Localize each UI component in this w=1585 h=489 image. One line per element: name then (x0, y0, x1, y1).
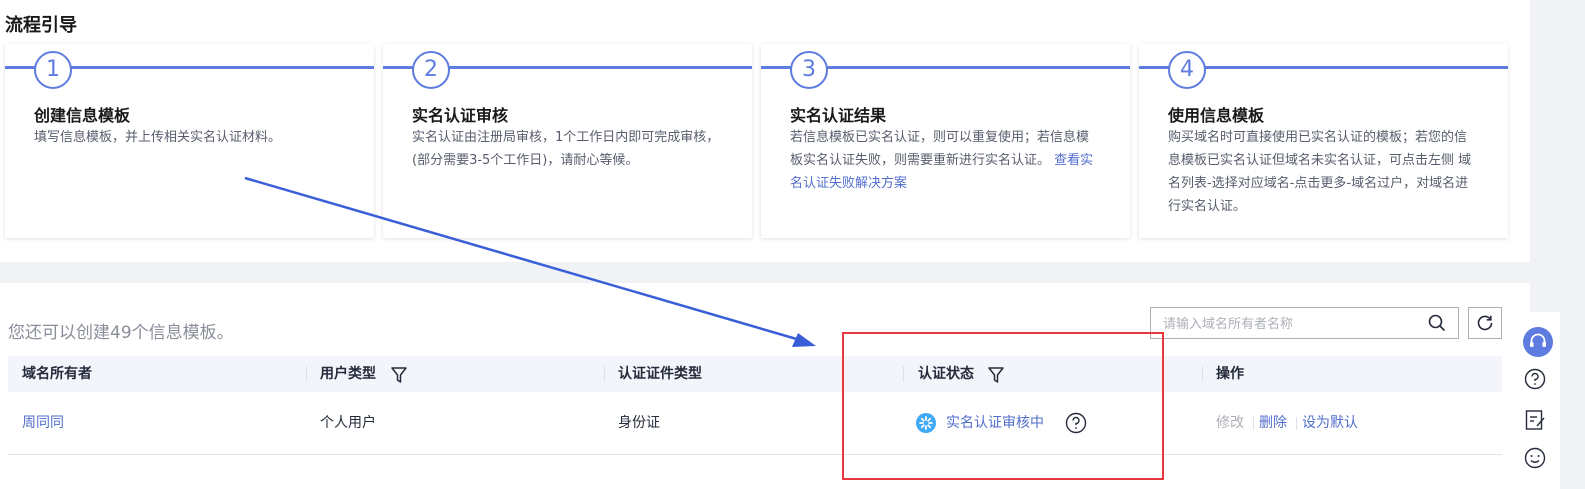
floating-sidebar (1514, 312, 1560, 489)
owner-link[interactable]: 周同同 (22, 392, 64, 454)
search-icon[interactable] (1428, 314, 1446, 332)
column-header-id-type: 认证证件类型 (618, 366, 702, 382)
step-card-4: 4 使用信息模板 购买域名时可直接使用已实名认证的模板；若您的信息模板已实名认证… (1139, 44, 1508, 238)
step-description: 若信息模板已实名认证，则可以重复使用；若信息模板实名认证失败，则需要重新进行实名… (790, 126, 1100, 195)
step-description-text: 若信息模板已实名认证，则可以重复使用；若信息模板实名认证失败，则需要重新进行实名… (790, 130, 1090, 168)
process-guide-section: 流程引导 1 创建信息模板 填写信息模板，并上传相关实名认证材料。 2 实名认证… (0, 0, 1530, 262)
template-list-section: 您还可以创建49个信息模板。 域名所有者 用户类型 认证证件类型 认证状态 操作… (0, 283, 1530, 489)
step-number: 1 (34, 51, 72, 89)
refresh-button[interactable] (1468, 307, 1502, 339)
customer-service-icon[interactable] (1523, 327, 1553, 357)
smile-icon[interactable] (1523, 446, 1547, 470)
step-card-3: 3 实名认证结果 若信息模板已实名认证，则可以重复使用；若信息模板实名认证失败，… (761, 44, 1130, 238)
step-description: 实名认证由注册局审核，1个工作日内即可完成审核，(部分需要3-5个工作日)，请耐… (412, 130, 720, 168)
column-divider (1202, 366, 1203, 382)
step-title: 实名认证审核 (412, 106, 509, 125)
table-header: 域名所有者 用户类型 认证证件类型 认证状态 操作 (8, 356, 1502, 392)
delete-action[interactable]: 删除 (1259, 392, 1287, 454)
step-card-2: 2 实名认证审核 实名认证由注册局审核，1个工作日内即可完成审核，(部分需要3-… (383, 44, 752, 238)
column-header-owner: 域名所有者 (22, 366, 92, 382)
step-number: 3 (790, 51, 828, 89)
user-type-cell: 个人用户 (320, 415, 376, 431)
step-description: 购买域名时可直接使用已实名认证的模板；若您的信息模板已实名认证但域名未实名认证，… (1168, 130, 1472, 214)
step-description: 填写信息模板，并上传相关实名认证材料。 (34, 130, 282, 145)
column-divider (306, 366, 307, 382)
section-title: 流程引导 (5, 15, 77, 36)
action-divider (1253, 417, 1254, 430)
annotation-highlight-box (842, 332, 1164, 480)
step-number: 2 (412, 51, 450, 89)
table-row: 周同同 个人用户 身份证 实名认证审核中 修改 删除 设为默认 (8, 392, 1502, 455)
column-divider (604, 366, 605, 382)
filter-icon[interactable] (390, 366, 408, 384)
step-card-1: 1 创建信息模板 填写信息模板，并上传相关实名认证材料。 (5, 44, 374, 238)
id-type-cell: 身份证 (618, 415, 660, 431)
search-input[interactable] (1151, 308, 1445, 338)
step-number: 4 (1168, 51, 1206, 89)
step-title: 实名认证结果 (790, 106, 887, 125)
refresh-icon (1477, 315, 1493, 331)
set-default-action[interactable]: 设为默认 (1302, 392, 1358, 454)
edit-action: 修改 (1216, 415, 1244, 431)
step-title: 创建信息模板 (34, 106, 131, 125)
step-title: 使用信息模板 (1168, 106, 1265, 125)
feedback-icon[interactable] (1523, 408, 1547, 432)
remaining-count-text: 您还可以创建49个信息模板。 (8, 323, 234, 343)
help-icon[interactable] (1523, 367, 1547, 391)
column-header-actions: 操作 (1216, 366, 1244, 382)
search-box (1150, 307, 1459, 339)
action-divider (1296, 417, 1297, 430)
column-header-user-type: 用户类型 (320, 366, 376, 382)
